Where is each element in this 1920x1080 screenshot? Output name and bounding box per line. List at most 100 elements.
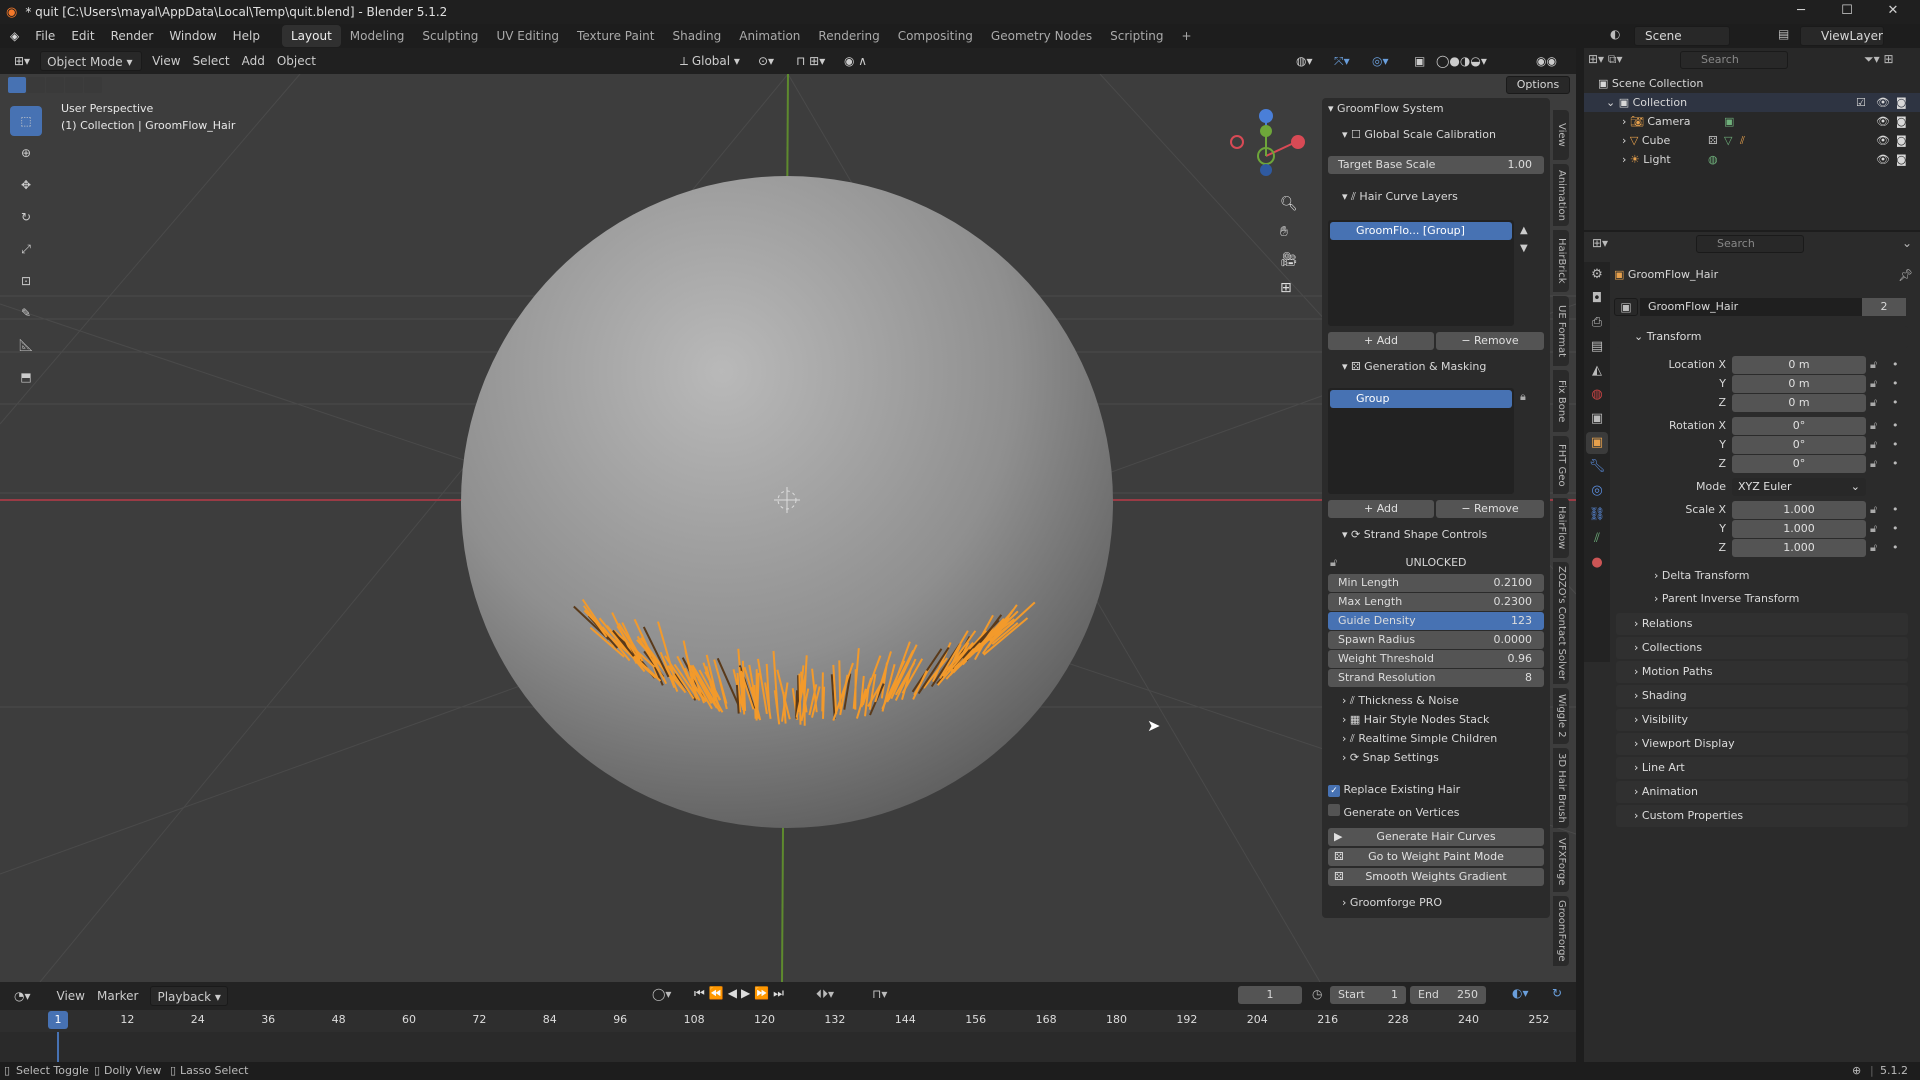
sidebar-tab-fix-bone[interactable]: Fix Bone bbox=[1553, 370, 1569, 432]
sidebar-tab-groomforge[interactable]: GroomForge bbox=[1553, 896, 1569, 966]
section-line-art[interactable]: › Line Art bbox=[1616, 757, 1908, 779]
hair-layers-list[interactable]: GroomFlo... [Group] bbox=[1328, 220, 1514, 326]
select-intersect-icon[interactable] bbox=[84, 77, 102, 93]
viewlayer-selector[interactable]: ViewLayer bbox=[1800, 26, 1884, 46]
tab-rendering[interactable]: Rendering bbox=[809, 25, 888, 47]
tab-scripting[interactable]: Scripting bbox=[1101, 25, 1172, 47]
scale-z-field[interactable]: 1.000 bbox=[1732, 539, 1866, 557]
select-subtract-icon[interactable] bbox=[46, 77, 64, 93]
outliner-editor-icon[interactable]: ⊞▾ ⧉▾ bbox=[1588, 52, 1622, 67]
add-cube-tool-icon[interactable]: ⬒ bbox=[10, 362, 42, 392]
options-dropdown[interactable]: Options bbox=[1506, 76, 1570, 94]
lock-icon[interactable]: 🔓︎ bbox=[1870, 539, 1877, 557]
view-layer-tab-icon[interactable]: ▤ bbox=[1586, 336, 1608, 358]
tab-texture-paint[interactable]: Texture Paint bbox=[568, 25, 663, 47]
blender-menu-icon[interactable]: ◈ bbox=[0, 29, 27, 43]
keyframe-dot-icon[interactable]: • bbox=[1892, 520, 1899, 538]
camera-view-icon[interactable]: 🎥︎ bbox=[1280, 246, 1298, 274]
menu-window[interactable]: Window bbox=[161, 24, 224, 48]
section-visibility[interactable]: › Visibility bbox=[1616, 709, 1908, 731]
hair-style-nodes-subsection[interactable]: › ▦ Hair Style Nodes Stack bbox=[1328, 711, 1544, 729]
curves-data-tab-icon[interactable]: ⫽ bbox=[1586, 528, 1608, 550]
scale-y-field[interactable]: 1.000 bbox=[1732, 520, 1866, 538]
vertex-group-list[interactable]: Group bbox=[1328, 388, 1514, 494]
section-motion-paths[interactable]: › Motion Paths bbox=[1616, 661, 1908, 683]
lock-icon[interactable]: 🔓︎ bbox=[1870, 375, 1877, 393]
menu-file[interactable]: File bbox=[27, 24, 63, 48]
gizmo-icon[interactable]: ⤧▾ bbox=[1328, 51, 1356, 71]
eye-icon[interactable]: 👁︎ bbox=[1876, 93, 1890, 112]
object-mode-dropdown[interactable]: Object Mode ▾ bbox=[40, 51, 143, 71]
lock-icon[interactable]: 🔓︎ bbox=[1870, 520, 1877, 538]
sidebar-tab-hairflow[interactable]: HairFlow bbox=[1553, 498, 1569, 558]
target-base-scale-field[interactable]: Target Base Scale 1.00 bbox=[1328, 156, 1544, 174]
menu-object[interactable]: Object bbox=[271, 51, 322, 71]
unlock-icon[interactable]: 🔓︎ bbox=[1330, 554, 1337, 572]
start-frame-field[interactable]: Start 1 bbox=[1330, 986, 1406, 1004]
sidebar-tab-view[interactable]: View bbox=[1553, 110, 1569, 160]
snap-settings-subsection[interactable]: › ⟳ Snap Settings bbox=[1328, 749, 1544, 767]
close-button[interactable]: ✕ bbox=[1870, 0, 1916, 24]
physics-tab-icon[interactable]: ◎ bbox=[1586, 480, 1608, 502]
transform-tool-icon[interactable]: ⊡ bbox=[10, 266, 42, 296]
navigation-gizmo[interactable] bbox=[1230, 109, 1305, 176]
delta-transform-subsection[interactable]: › Delta Transform bbox=[1654, 567, 1854, 585]
list-move-arrows[interactable]: ▲ ▼ bbox=[1520, 222, 1528, 258]
remove-layer-button[interactable]: − Remove bbox=[1436, 332, 1544, 350]
sidebar-tab-hairbrick[interactable]: HairBrick bbox=[1553, 230, 1569, 292]
strand-shape-controls-header[interactable]: ▾ ⟳ Strand Shape Controls bbox=[1328, 526, 1544, 544]
location-y-field[interactable]: 0 m bbox=[1732, 375, 1866, 393]
lock-icon[interactable]: 🔓︎ bbox=[1870, 501, 1877, 519]
tab-modeling[interactable]: Modeling bbox=[341, 25, 414, 47]
constraints-tab-icon[interactable]: ⛓︎ bbox=[1586, 504, 1608, 526]
eye-icon[interactable]: 👁︎ bbox=[1876, 112, 1890, 131]
keying-icon[interactable]: ◯▾ bbox=[652, 987, 671, 1001]
tool-tab-icon[interactable]: ⚙ bbox=[1586, 264, 1608, 286]
collection-row[interactable]: ⌄ ▣ Collection ☑ 👁︎ ◙ bbox=[1584, 93, 1920, 112]
keyframe-dot-icon[interactable]: • bbox=[1892, 436, 1899, 454]
global-scale-calibration-header[interactable]: ▾ ☐ Global Scale Calibration bbox=[1328, 126, 1544, 144]
material-tab-icon[interactable]: ● bbox=[1586, 552, 1608, 574]
sidebar-tab-zozo-s-contact-solver[interactable]: ZOZO's Contact Solver bbox=[1553, 562, 1569, 684]
keyframe-dot-icon[interactable]: • bbox=[1892, 375, 1899, 393]
playhead-frame-badge[interactable]: 1 bbox=[48, 1011, 68, 1029]
generate-hair-curves-button[interactable]: ▶ Generate Hair Curves bbox=[1328, 828, 1544, 846]
checkbox-unchecked-icon[interactable] bbox=[1328, 804, 1340, 816]
editor-type-icon[interactable]: ⊞▾ bbox=[8, 51, 36, 71]
exclude-checkbox-icon[interactable]: ☑ bbox=[1856, 93, 1866, 112]
menu-render[interactable]: Render bbox=[103, 24, 162, 48]
groomflow-system-header[interactable]: ▾ GroomFlow System bbox=[1328, 100, 1544, 118]
end-frame-field[interactable]: End 250 bbox=[1410, 986, 1486, 1004]
rotation-z-field[interactable]: 0° bbox=[1732, 455, 1866, 473]
add-workspace-button[interactable]: + bbox=[1173, 25, 1201, 47]
overlays-icon[interactable]: ◎▾ bbox=[1366, 51, 1395, 71]
pan-hand-icon[interactable]: ✋︎ bbox=[1280, 218, 1298, 246]
properties-options-icon[interactable]: ⌄ bbox=[1902, 236, 1912, 250]
parent-inverse-subsection[interactable]: › Parent Inverse Transform bbox=[1654, 590, 1854, 608]
playback-controls[interactable]: ⏮⏪◀▶⏩⏭ bbox=[694, 986, 788, 1001]
timeline-menu-view[interactable]: View bbox=[51, 986, 91, 1006]
sidebar-tab-3d-hair-brush[interactable]: 3D Hair Brush bbox=[1553, 748, 1569, 828]
users-count[interactable]: 2 bbox=[1862, 298, 1906, 316]
sidebar-tab-ue-format[interactable]: UE Format bbox=[1553, 296, 1569, 366]
shading-modes-icon[interactable]: ◯●◑◒▾ bbox=[1430, 51, 1493, 71]
remove-group-button[interactable]: − Remove bbox=[1436, 500, 1544, 518]
add-group-button[interactable]: + Add bbox=[1328, 500, 1434, 518]
keyframe-dot-icon[interactable]: • bbox=[1892, 356, 1899, 374]
rotation-mode-dropdown[interactable]: XYZ Euler ⌄ bbox=[1732, 478, 1866, 496]
move-tool-icon[interactable]: ✥ bbox=[10, 170, 42, 200]
select-extend-icon[interactable] bbox=[27, 77, 45, 93]
filter-icon[interactable]: ⏷▾ ⊞ bbox=[1864, 52, 1894, 67]
list-item[interactable]: Group bbox=[1330, 390, 1512, 408]
snap-icon[interactable]: ⊓ ⊞▾ bbox=[790, 51, 831, 71]
minimize-button[interactable]: ─ bbox=[1778, 0, 1824, 24]
scale-tool-icon[interactable]: ⤢ bbox=[10, 234, 42, 264]
timeline-editor-icon[interactable]: ◔▾ bbox=[8, 986, 37, 1006]
menu-view[interactable]: View bbox=[146, 51, 186, 71]
menu-help[interactable]: Help bbox=[225, 24, 268, 48]
section-relations[interactable]: › Relations bbox=[1616, 613, 1908, 635]
eye-icon[interactable]: 👁︎ bbox=[1876, 150, 1890, 169]
tab-sculpting[interactable]: Sculpting bbox=[413, 25, 487, 47]
keyframe-dot-icon[interactable]: • bbox=[1892, 394, 1899, 412]
proportional-edit-icon[interactable]: ◉ ∧ bbox=[838, 51, 873, 71]
